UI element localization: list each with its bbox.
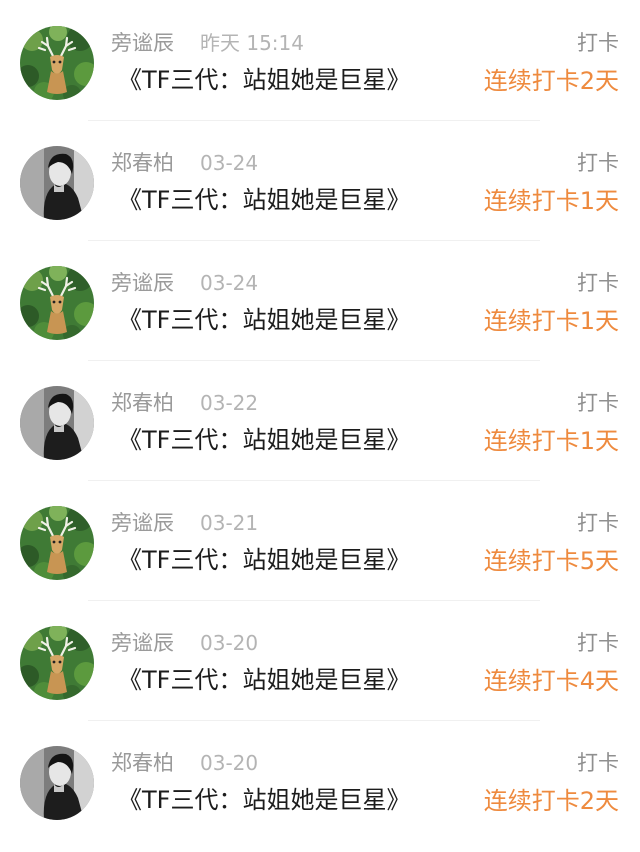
timestamp: 03-21 bbox=[200, 511, 259, 535]
avatar[interactable] bbox=[20, 506, 94, 580]
deer-icon bbox=[20, 626, 94, 700]
streak-badge: 连续打卡1天 bbox=[483, 427, 619, 455]
streak-badge: 连续打卡2天 bbox=[483, 67, 619, 95]
book-title[interactable]: 《TF三代：站姐她是巨星》 bbox=[118, 784, 410, 816]
book-title[interactable]: 《TF三代：站姐她是巨星》 bbox=[118, 664, 410, 696]
streak-badge: 连续打卡5天 bbox=[483, 547, 619, 575]
list-item[interactable]: 郑春柏 03-22 打卡 《TF三代：站姐她是巨星》 连续打卡1天 bbox=[0, 360, 640, 481]
avatar[interactable] bbox=[20, 386, 94, 460]
woman-portrait-icon bbox=[20, 386, 94, 460]
woman-portrait-icon bbox=[20, 746, 94, 820]
avatar[interactable] bbox=[20, 26, 94, 100]
book-title[interactable]: 《TF三代：站姐她是巨星》 bbox=[118, 184, 410, 216]
list-item[interactable]: 旁谧辰 03-24 打卡 《TF三代：站姐她是巨星》 连续打卡1天 bbox=[0, 240, 640, 361]
avatar[interactable] bbox=[20, 626, 94, 700]
list-item[interactable]: 旁谧辰 昨天 15:14 打卡 《TF三代：站姐她是巨星》 连续打卡2天 bbox=[0, 0, 640, 121]
avatar[interactable] bbox=[20, 266, 94, 340]
avatar[interactable] bbox=[20, 146, 94, 220]
book-title[interactable]: 《TF三代：站姐她是巨星》 bbox=[118, 424, 410, 456]
list-item[interactable]: 郑春柏 03-24 打卡 《TF三代：站姐她是巨星》 连续打卡1天 bbox=[0, 120, 640, 241]
streak-badge: 连续打卡1天 bbox=[483, 187, 619, 215]
action-label: 打卡 bbox=[577, 271, 619, 295]
user-name[interactable]: 郑春柏 bbox=[111, 390, 174, 416]
timestamp: 昨天 15:14 bbox=[200, 31, 304, 55]
action-label: 打卡 bbox=[577, 391, 619, 415]
list-item[interactable]: 郑春柏 03-20 打卡 《TF三代：站姐她是巨星》 连续打卡2天 bbox=[0, 720, 640, 840]
book-title[interactable]: 《TF三代：站姐她是巨星》 bbox=[118, 304, 410, 336]
action-label: 打卡 bbox=[577, 631, 619, 655]
book-title[interactable]: 《TF三代：站姐她是巨星》 bbox=[118, 544, 410, 576]
action-label: 打卡 bbox=[577, 31, 619, 55]
list-item[interactable]: 旁谧辰 03-20 打卡 《TF三代：站姐她是巨星》 连续打卡4天 bbox=[0, 600, 640, 721]
deer-icon bbox=[20, 506, 94, 580]
checkin-feed: 旁谧辰 昨天 15:14 打卡 《TF三代：站姐她是巨星》 连续打卡2天 郑春柏… bbox=[0, 0, 640, 852]
timestamp: 03-24 bbox=[200, 271, 259, 295]
streak-badge: 连续打卡1天 bbox=[483, 307, 619, 335]
deer-icon bbox=[20, 266, 94, 340]
action-label: 打卡 bbox=[577, 511, 619, 535]
action-label: 打卡 bbox=[577, 151, 619, 175]
user-name[interactable]: 郑春柏 bbox=[111, 150, 174, 176]
streak-badge: 连续打卡2天 bbox=[483, 787, 619, 815]
user-name[interactable]: 旁谧辰 bbox=[111, 270, 174, 296]
book-title[interactable]: 《TF三代：站姐她是巨星》 bbox=[118, 64, 410, 96]
user-name[interactable]: 郑春柏 bbox=[111, 750, 174, 776]
timestamp: 03-20 bbox=[200, 631, 259, 655]
woman-portrait-icon bbox=[20, 146, 94, 220]
user-name[interactable]: 旁谧辰 bbox=[111, 30, 174, 56]
deer-icon bbox=[20, 26, 94, 100]
user-name[interactable]: 旁谧辰 bbox=[111, 510, 174, 536]
timestamp: 03-20 bbox=[200, 751, 259, 775]
list-item[interactable]: 旁谧辰 03-21 打卡 《TF三代：站姐她是巨星》 连续打卡5天 bbox=[0, 480, 640, 601]
avatar[interactable] bbox=[20, 746, 94, 820]
user-name[interactable]: 旁谧辰 bbox=[111, 630, 174, 656]
streak-badge: 连续打卡4天 bbox=[483, 667, 619, 695]
timestamp: 03-22 bbox=[200, 391, 259, 415]
action-label: 打卡 bbox=[577, 751, 619, 775]
timestamp: 03-24 bbox=[200, 151, 259, 175]
